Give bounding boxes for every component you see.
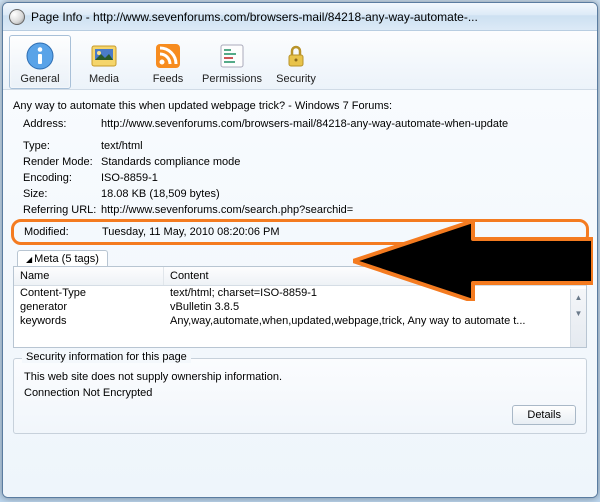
- permissions-icon: [216, 40, 248, 72]
- table-row[interactable]: generatorvBulletin 3.8.5: [14, 300, 586, 314]
- type-label: Type:: [13, 138, 101, 154]
- triangle-down-icon: ◢: [26, 255, 32, 264]
- modified-value: Tuesday, 11 May, 2010 08:20:06 PM: [102, 224, 586, 240]
- scroll-down-icon[interactable]: ▼: [571, 305, 586, 321]
- meta-col-name[interactable]: Name: [14, 267, 164, 285]
- render-value: Standards compliance mode: [101, 154, 587, 170]
- security-ownership: This web site does not supply ownership …: [24, 371, 576, 383]
- general-panel: Any way to automate this when updated we…: [3, 90, 597, 497]
- size-label: Size:: [13, 186, 101, 202]
- modified-label: Modified:: [14, 224, 102, 240]
- info-icon: [24, 40, 56, 72]
- tab-general-label: General: [20, 73, 59, 85]
- app-icon: [9, 9, 25, 25]
- meta-col-content[interactable]: Content: [164, 267, 586, 285]
- media-icon: [88, 40, 120, 72]
- tab-feeds[interactable]: Feeds: [137, 35, 199, 89]
- ref-label: Referring URL:: [13, 202, 101, 218]
- tab-media-label: Media: [89, 73, 119, 85]
- tab-security-label: Security: [276, 73, 316, 85]
- meta-tab[interactable]: ◢Meta (5 tags): [17, 250, 108, 267]
- address-label: Address:: [13, 116, 101, 132]
- encoding-label: Encoding:: [13, 170, 101, 186]
- security-legend: Security information for this page: [22, 351, 191, 363]
- modified-highlight: Modified:Tuesday, 11 May, 2010 08:20:06 …: [11, 219, 589, 245]
- encoding-value: ISO-8859-1: [101, 170, 587, 186]
- tab-media[interactable]: Media: [73, 35, 135, 89]
- security-encryption: Connection Not Encrypted: [24, 387, 576, 399]
- tab-security[interactable]: Security: [265, 35, 327, 89]
- meta-tab-label: Meta (5 tags): [34, 253, 99, 265]
- titlebar[interactable]: Page Info - http://www.sevenforums.com/b…: [3, 3, 597, 31]
- table-row[interactable]: Content-Typetext/html; charset=ISO-8859-…: [14, 286, 586, 300]
- feeds-icon: [152, 40, 184, 72]
- page-heading: Any way to automate this when updated we…: [13, 100, 587, 112]
- ref-value: http://www.sevenforums.com/search.php?se…: [101, 202, 587, 218]
- tab-permissions-label: Permissions: [202, 73, 262, 85]
- tab-general[interactable]: General: [9, 35, 71, 89]
- details-button[interactable]: Details: [512, 405, 576, 425]
- render-label: Render Mode:: [13, 154, 101, 170]
- lock-icon: [280, 40, 312, 72]
- address-value: http://www.sevenforums.com/browsers-mail…: [101, 116, 587, 132]
- tab-permissions[interactable]: Permissions: [201, 35, 263, 89]
- security-box: Security information for this page This …: [13, 358, 587, 434]
- size-value: 18.08 KB (18,509 bytes): [101, 186, 587, 202]
- type-value: text/html: [101, 138, 587, 154]
- scroll-up-icon[interactable]: ▲: [571, 289, 586, 305]
- tab-feeds-label: Feeds: [153, 73, 184, 85]
- toolbar: General Media Feeds Permissions Security: [3, 31, 597, 90]
- scrollbar[interactable]: ▲ ▼: [570, 289, 586, 347]
- meta-table: Name Content Content-Typetext/html; char…: [13, 266, 587, 348]
- window-title: Page Info - http://www.sevenforums.com/b…: [31, 10, 591, 24]
- table-row[interactable]: keywordsAny,way,automate,when,updated,we…: [14, 314, 586, 328]
